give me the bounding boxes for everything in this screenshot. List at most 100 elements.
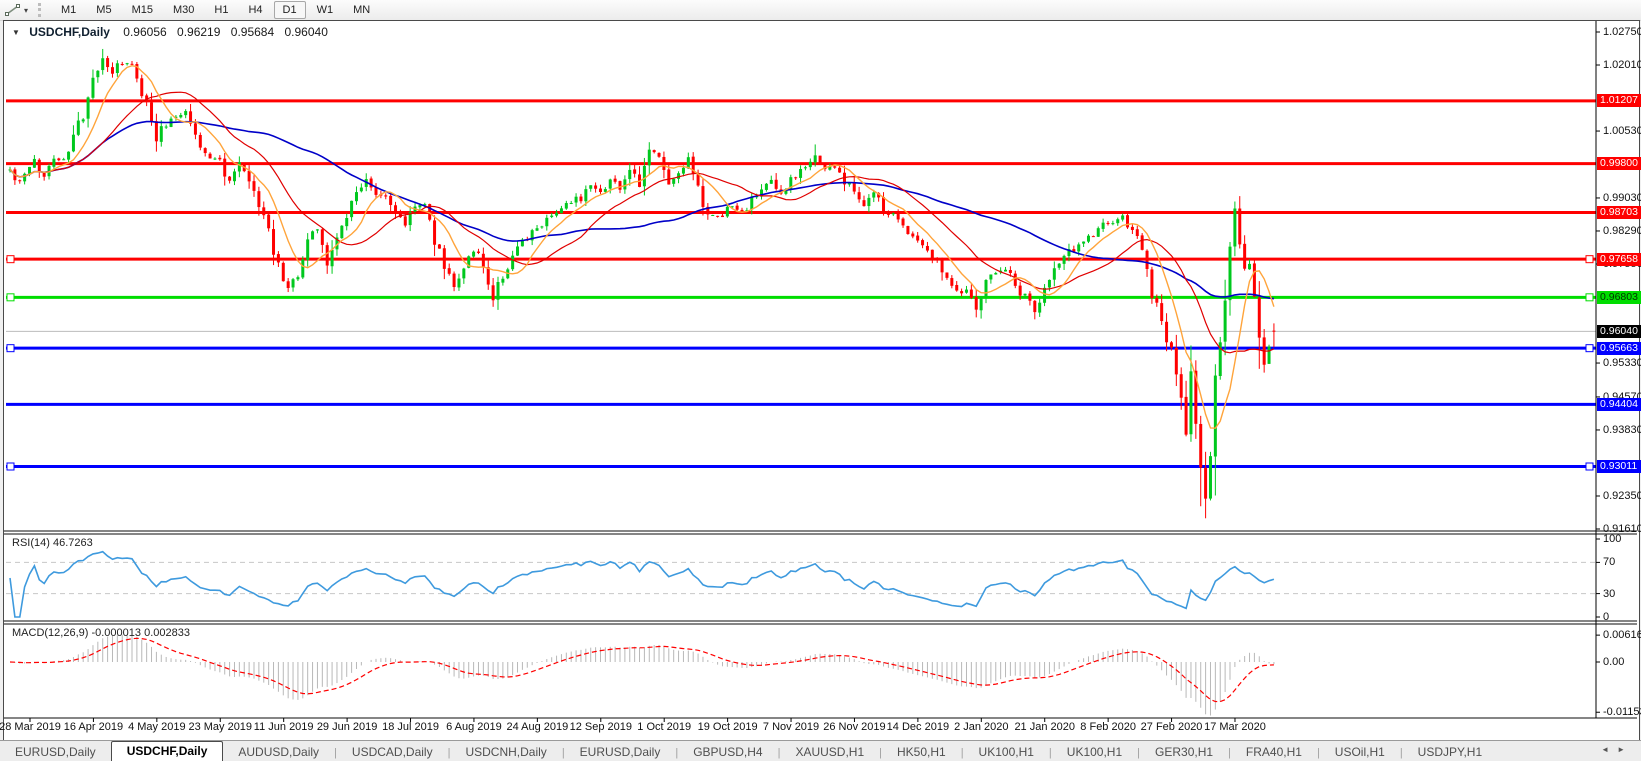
rsi-tick-100: 100: [1603, 533, 1621, 545]
hline-handle-right[interactable]: [1586, 294, 1593, 301]
chart-title: ▼ USDCHF,Daily 0.96056 0.96219 0.95684 0…: [12, 25, 335, 39]
price-label-box-0.98703: 0.98703: [1597, 206, 1641, 219]
date-label-16-Apr-2019: 16 Apr 2019: [64, 721, 123, 733]
hline-handle-right[interactable]: [1586, 256, 1593, 263]
timeframe-button-M30[interactable]: M30: [164, 1, 203, 19]
rsi-tick-0: 0: [1603, 611, 1609, 623]
chart-tab-FRA40-H1[interactable]: FRA40,H1: [1231, 743, 1317, 761]
date-label-27-Feb-2020: 27 Feb 2020: [1141, 721, 1203, 733]
date-label-11-Jun-2019: 11 Jun 2019: [254, 721, 314, 733]
date-label-26-Nov-2019: 26 Nov 2019: [823, 721, 885, 733]
chart-tab-AUDUSD-Daily[interactable]: AUDUSD,Daily: [223, 743, 334, 761]
hline-handle-left[interactable]: [7, 345, 14, 352]
chart-tab-USDCHF-Daily[interactable]: USDCHF,Daily: [111, 741, 224, 761]
toolbar-grip[interactable]: [38, 3, 41, 17]
chart-tab-UK100-H1[interactable]: UK100,H1: [964, 743, 1049, 761]
ma-slow-line: [10, 122, 1274, 299]
timeframe-button-MN[interactable]: MN: [344, 1, 379, 19]
price-tick-1.02010: 1.02010: [1603, 59, 1641, 71]
timeframe-button-H1[interactable]: H1: [205, 1, 237, 19]
hline-handle-right[interactable]: [1586, 345, 1593, 352]
date-label-1-Oct-2019: 1 Oct 2019: [637, 721, 691, 733]
chart-window: ▼ USDCHF,Daily 0.96056 0.96219 0.95684 0…: [3, 20, 1640, 742]
macd-label: MACD(12,26,9) -0.000013 0.002833: [12, 627, 190, 639]
date-label-19-Oct-2019: 19 Oct 2019: [698, 721, 758, 733]
chart-tab-USDJPY-H1[interactable]: USDJPY,H1: [1403, 743, 1497, 761]
chart-tab-bar: EURUSD,DailyUSDCHF,DailyAUDUSD,Daily|USD…: [0, 740, 1641, 761]
ohlc-low: 0.95684: [231, 25, 274, 39]
date-label-8-Feb-2020: 8 Feb 2020: [1080, 721, 1136, 733]
horizontal-lines-layer[interactable]: [6, 101, 1596, 470]
chart-tab-USOil-H1[interactable]: USOil,H1: [1320, 743, 1400, 761]
timeframe-button-M1[interactable]: M1: [52, 1, 85, 19]
mt4-window: ▾ M1M5M15M30H1H4D1W1MN ▼ USDCHF,Daily 0.…: [0, 0, 1641, 761]
toolbar-dropdown-arrow-icon[interactable]: ▾: [24, 6, 28, 15]
tab-scroll-arrows: ◄►: [1601, 745, 1633, 754]
chart-tab-XAUUSD-H1[interactable]: XAUUSD,H1: [780, 743, 879, 761]
timeframe-buttons: M1M5M15M30H1H4D1W1MN: [51, 1, 380, 19]
macd-tick-0.006167: 0.006167: [1603, 629, 1641, 641]
price-chart-canvas[interactable]: [4, 21, 1637, 739]
ma-fast-line: [10, 66, 1274, 429]
price-label-box-0.96803: 0.96803: [1597, 291, 1641, 304]
rsi-label: RSI(14) 46.7263: [12, 537, 93, 549]
date-label-2-Jan-2020: 2 Jan 2020: [954, 721, 1008, 733]
date-label-4-May-2019: 4 May 2019: [128, 721, 185, 733]
price-tick-0.99030: 0.99030: [1603, 192, 1641, 204]
date-label-23-May-2019: 23 May 2019: [188, 721, 252, 733]
collapse-triangle-icon[interactable]: ▼: [12, 28, 20, 37]
chart-symbol: USDCHF,Daily: [29, 25, 110, 39]
date-label-28-Mar-2019: 28 Mar 2019: [0, 721, 61, 733]
axis-ticks: [30, 32, 1600, 722]
chart-tab-GER30-H1[interactable]: GER30,H1: [1140, 743, 1228, 761]
date-label-21-Jan-2020: 21 Jan 2020: [1014, 721, 1075, 733]
price-tick-0.95330: 0.95330: [1603, 357, 1641, 369]
date-label-12-Sep-2019: 12 Sep 2019: [570, 721, 632, 733]
date-label-14-Dec-2019: 14 Dec 2019: [887, 721, 949, 733]
chart-tab-HK50-H1[interactable]: HK50,H1: [882, 743, 961, 761]
candles-layer[interactable]: [9, 49, 1276, 518]
chart-tab-EURUSD-Daily[interactable]: EURUSD,Daily: [0, 743, 111, 761]
panel-frame: [4, 21, 1637, 718]
macd-tick-0.00: 0.00: [1603, 656, 1624, 668]
hline-handle-left[interactable]: [7, 294, 14, 301]
timeframe-button-H4[interactable]: H4: [239, 1, 271, 19]
price-tick-0.98290: 0.98290: [1603, 225, 1641, 237]
macd-tick--0.011531: -0.011531: [1603, 706, 1641, 718]
toolbar: ▾ M1M5M15M30H1H4D1W1MN: [0, 0, 1641, 21]
chart-tab-UK100-H1[interactable]: UK100,H1: [1052, 743, 1137, 761]
chart-tab-EURUSD-Daily[interactable]: EURUSD,Daily: [565, 743, 676, 761]
chart-tab-USDCNH-Daily[interactable]: USDCNH,Daily: [450, 743, 561, 761]
date-label-24-Aug-2019: 24 Aug 2019: [506, 721, 568, 733]
price-tick-0.92350: 0.92350: [1603, 490, 1641, 502]
timeframe-button-M15[interactable]: M15: [123, 1, 162, 19]
chart-tab-USDCAD-Daily[interactable]: USDCAD,Daily: [337, 743, 448, 761]
tab-scroll-left-icon[interactable]: ◄: [1601, 745, 1617, 754]
tab-scroll-right-icon[interactable]: ►: [1617, 745, 1633, 754]
price-tick-1.02750: 1.02750: [1603, 26, 1641, 38]
rsi-tick-70: 70: [1603, 556, 1615, 568]
date-label-6-Aug-2019: 6 Aug 2019: [446, 721, 502, 733]
line-studies-icon[interactable]: [4, 2, 22, 18]
hline-handle-right[interactable]: [1586, 463, 1593, 470]
timeframe-button-M5[interactable]: M5: [87, 1, 120, 19]
price-label-box-0.97658: 0.97658: [1597, 253, 1641, 266]
rsi-panel[interactable]: [6, 552, 1596, 617]
timeframe-button-D1[interactable]: D1: [274, 1, 306, 19]
hline-handle-left[interactable]: [7, 463, 14, 470]
ohlc-open: 0.96056: [123, 25, 166, 39]
date-label-7-Nov-2019: 7 Nov 2019: [763, 721, 819, 733]
date-label-17-Mar-2020: 17 Mar 2020: [1204, 721, 1266, 733]
price-label-box-1.01207: 1.01207: [1597, 94, 1641, 107]
price-label-box-0.93011: 0.93011: [1597, 460, 1641, 473]
price-label-box-0.94404: 0.94404: [1597, 398, 1641, 411]
price-tick-0.93830: 0.93830: [1603, 424, 1641, 436]
date-label-18-Jul-2019: 18 Jul 2019: [382, 721, 439, 733]
hline-handle-left[interactable]: [7, 256, 14, 263]
macd-panel[interactable]: [10, 635, 1274, 716]
price-label-box-0.99800: 0.99800: [1597, 157, 1641, 170]
timeframe-button-W1[interactable]: W1: [308, 1, 343, 19]
ma-mid-line: [10, 92, 1274, 353]
price-label-box-0.96040: 0.96040: [1597, 325, 1641, 338]
chart-tab-GBPUSD-H4[interactable]: GBPUSD,H4: [678, 743, 777, 761]
